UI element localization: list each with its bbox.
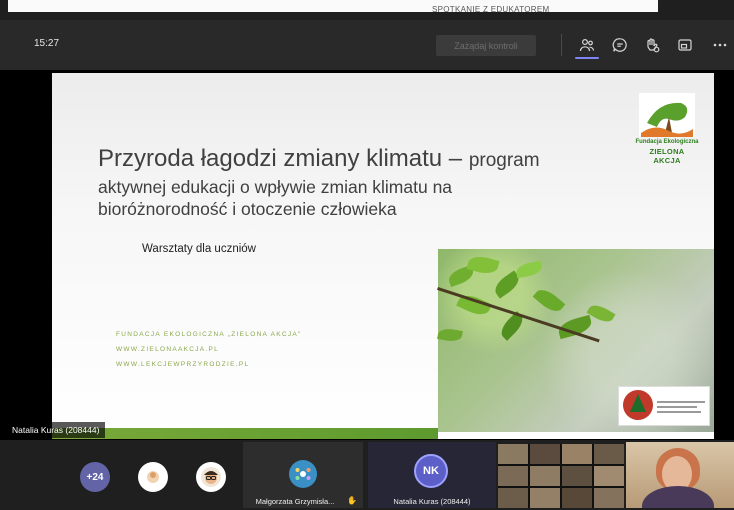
participant-video-gallery[interactable] bbox=[498, 444, 624, 508]
meeting-toolbar: 15:27 Zażądaj kontroli bbox=[0, 20, 734, 70]
footer-link-1: WWW.ZIELONAAKCJA.PL bbox=[116, 346, 220, 353]
logo-caption-main: ZIELONA AKCJA bbox=[649, 147, 685, 165]
presenter-name-tag: Natalia Kuras (208444) bbox=[6, 422, 106, 438]
people-icon[interactable] bbox=[575, 33, 599, 57]
participant-tile[interactable]: Małgorzata Grzymisła... ✋ bbox=[243, 442, 363, 508]
slide-title-line-3: bioróżnorodność i otoczenie człowieka bbox=[98, 199, 397, 219]
group-avatar-icon bbox=[295, 468, 311, 480]
overflow-participants-button[interactable]: +24 bbox=[80, 462, 110, 492]
share-tray-icon[interactable] bbox=[673, 33, 697, 57]
footer-org-name: FUNDACJA EKOLOGICZNA „ZIELONA AKCJA" bbox=[116, 331, 302, 338]
meeting-timer: 15:27 bbox=[34, 38, 60, 49]
toolbar-divider bbox=[561, 34, 562, 56]
reactions-icon[interactable] bbox=[640, 33, 664, 57]
avatar-image-icon bbox=[147, 471, 159, 483]
slide-title-line-2: aktywnej edukacji o wpływie zmian klimat… bbox=[98, 177, 453, 197]
meeting-title-banner: SPOTKANIE Z EDUKATOREM bbox=[432, 5, 550, 14]
chat-icon[interactable] bbox=[608, 33, 632, 57]
footer-link-2: WWW.LEKCJEWPRZYRODZIE.PL bbox=[116, 361, 250, 368]
previous-window-strip: SPOTKANIE Z EDUKATOREM bbox=[0, 0, 734, 16]
logo-caption-small: Fundacja Ekologiczna bbox=[635, 139, 699, 145]
banner-background bbox=[8, 0, 658, 12]
active-tab-indicator bbox=[575, 57, 599, 59]
participant-initials-avatar: NK bbox=[414, 454, 448, 488]
request-control-button[interactable]: Zażądaj kontroli bbox=[436, 35, 536, 56]
shared-content-stage: Fundacja Ekologiczna ZIELONA AKCJA Przyr… bbox=[0, 70, 734, 440]
participant-tile[interactable]: NK Natalia Kuras (208444) bbox=[368, 442, 496, 508]
slide-title: Przyroda łagodzi zmiany klimatu – progra… bbox=[98, 145, 540, 173]
foundation-logo: Fundacja Ekologiczna ZIELONA AKCJA bbox=[635, 93, 699, 165]
slide-title-main: Przyroda łagodzi zmiany klimatu bbox=[98, 145, 443, 172]
participant-avatar[interactable] bbox=[138, 462, 168, 492]
slide-subtitle: Warsztaty dla uczniów bbox=[142, 243, 256, 255]
slide-green-bar bbox=[52, 428, 438, 439]
presentation-slide: Fundacja Ekologiczna ZIELONA AKCJA Przyr… bbox=[52, 73, 714, 439]
foundation-stamp-logo bbox=[618, 386, 710, 426]
participant-name: Natalia Kuras (208444) bbox=[393, 497, 471, 506]
slide-title-dash: – bbox=[442, 145, 469, 172]
slide-title-program: program bbox=[468, 150, 540, 171]
slide-footer-links: FUNDACJA EKOLOGICZNA „ZIELONA AKCJA" WWW… bbox=[116, 327, 302, 372]
more-icon[interactable] bbox=[708, 33, 732, 57]
cartoon-avatar-icon bbox=[201, 467, 221, 487]
raised-hand-icon: ✋ bbox=[347, 496, 357, 505]
participant-name: Małgorzata Grzymisła... bbox=[255, 497, 335, 506]
participant-avatar bbox=[289, 460, 317, 488]
participants-strip: +24 Małgorzata Grzymisła... ✋ NK Natalia… bbox=[0, 440, 734, 510]
self-video-preview[interactable] bbox=[626, 442, 734, 508]
tree-logo-icon bbox=[639, 93, 695, 137]
participant-avatar[interactable] bbox=[196, 462, 226, 492]
